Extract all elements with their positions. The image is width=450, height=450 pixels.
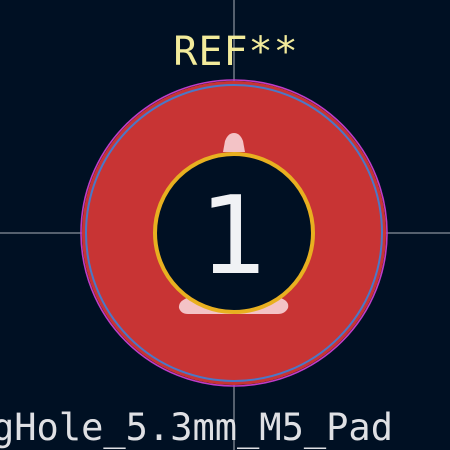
footprint-value-text[interactable]: gHole_5.3mm_M5_Pad	[0, 406, 393, 450]
reference-designator[interactable]: REF**	[173, 29, 298, 75]
pcb-footprint-canvas[interactable]: 1 REF** gHole_5.3mm_M5_Pad	[0, 0, 450, 450]
pad-number: 1	[200, 174, 269, 299]
